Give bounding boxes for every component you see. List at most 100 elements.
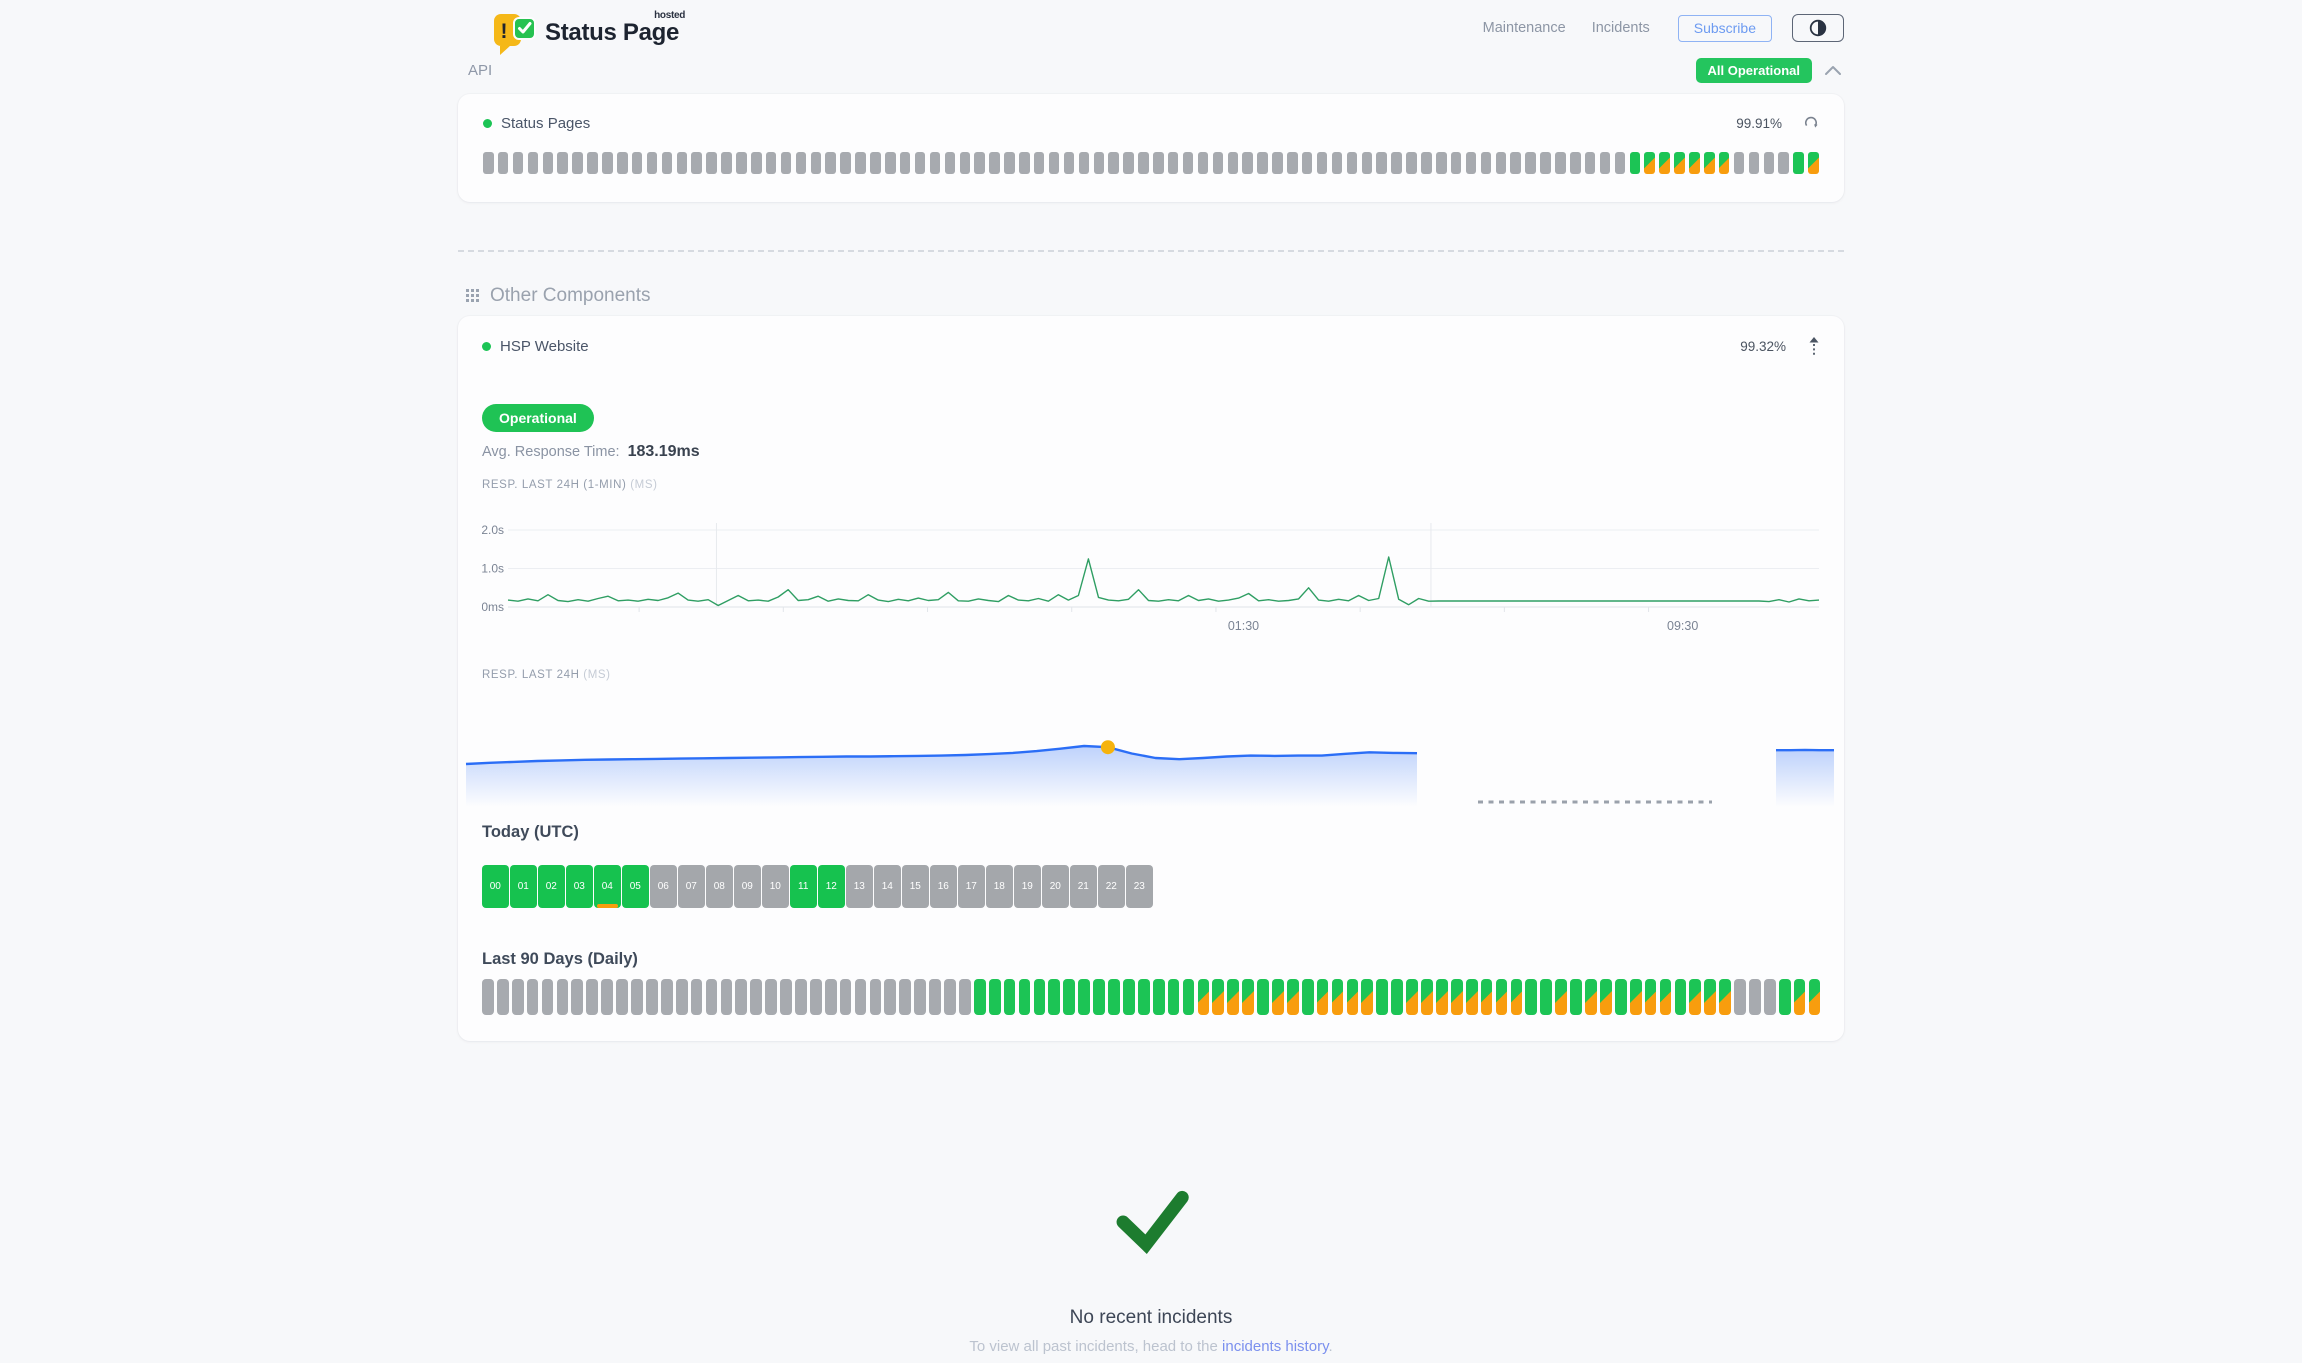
uptime-bar[interactable] xyxy=(1198,979,1210,1015)
uptime-bar[interactable] xyxy=(1272,979,1284,1015)
hour-block-12[interactable]: 12 xyxy=(818,865,845,908)
uptime-bar[interactable] xyxy=(1302,152,1313,174)
uptime-bar[interactable] xyxy=(587,152,598,174)
uptime-bar[interactable] xyxy=(1228,152,1239,174)
uptime-bar[interactable] xyxy=(1555,979,1567,1015)
uptime-bar[interactable] xyxy=(1496,152,1507,174)
uptime-bar[interactable] xyxy=(810,979,822,1015)
uptime-bar[interactable] xyxy=(662,152,673,174)
uptime-bar[interactable] xyxy=(1436,152,1447,174)
uptime-bar[interactable] xyxy=(482,979,494,1015)
uptime-bar[interactable] xyxy=(825,152,836,174)
uptime-bar[interactable] xyxy=(1391,152,1402,174)
uptime-bar[interactable] xyxy=(1615,152,1626,174)
uptime-bar[interactable] xyxy=(1153,152,1164,174)
uptime-bar[interactable] xyxy=(1600,979,1612,1015)
uptime-bar[interactable] xyxy=(1257,152,1268,174)
subscribe-button[interactable]: Subscribe xyxy=(1678,15,1772,42)
uptime-bar[interactable] xyxy=(1093,979,1105,1015)
hour-block-00[interactable]: 00 xyxy=(482,865,509,908)
uptime-bar[interactable] xyxy=(1287,152,1298,174)
uptime-bar[interactable] xyxy=(617,152,628,174)
uptime-bar[interactable] xyxy=(631,979,643,1015)
uptime-bar[interactable] xyxy=(1764,152,1775,174)
uptime-bar[interactable] xyxy=(677,152,688,174)
uptime-bar[interactable] xyxy=(1063,979,1075,1015)
uptime-bar[interactable] xyxy=(1466,152,1477,174)
hour-block-17[interactable]: 17 xyxy=(958,865,985,908)
uptime-bar[interactable] xyxy=(557,152,568,174)
uptime-bar[interactable] xyxy=(750,979,762,1015)
uptime-bar[interactable] xyxy=(1481,979,1493,1015)
uptime-bar[interactable] xyxy=(1749,979,1761,1015)
hour-block-07[interactable]: 07 xyxy=(678,865,705,908)
uptime-bar[interactable] xyxy=(1451,152,1462,174)
uptime-bar[interactable] xyxy=(1421,979,1433,1015)
uptime-bar[interactable] xyxy=(497,979,509,1015)
data-point-marker[interactable] xyxy=(1101,740,1115,754)
uptime-bar[interactable] xyxy=(1510,152,1521,174)
hour-block-11[interactable]: 11 xyxy=(790,865,817,908)
uptime-bar[interactable] xyxy=(557,979,569,1015)
uptime-bar[interactable] xyxy=(1138,979,1150,1015)
hour-block-20[interactable]: 20 xyxy=(1042,865,1069,908)
uptime-bar[interactable] xyxy=(512,979,524,1015)
uptime-bar[interactable] xyxy=(929,979,941,1015)
uptime-bar[interactable] xyxy=(1674,152,1685,174)
uptime-bar[interactable] xyxy=(1108,979,1120,1015)
uptime-bar[interactable] xyxy=(572,152,583,174)
uptime-bar[interactable] xyxy=(498,152,509,174)
uptime-bar[interactable] xyxy=(1153,979,1165,1015)
uptime-bar[interactable] xyxy=(1079,152,1090,174)
uptime-bar[interactable] xyxy=(483,152,494,174)
uptime-bar[interactable] xyxy=(1481,152,1492,174)
uptime-bar[interactable] xyxy=(870,152,881,174)
uptime-bar[interactable] xyxy=(1808,152,1819,174)
uptime-bar[interactable] xyxy=(884,979,896,1015)
uptime-bar[interactable] xyxy=(691,152,702,174)
refresh-icon[interactable] xyxy=(1804,116,1819,131)
uptime-bar[interactable] xyxy=(1302,979,1314,1015)
hour-block-03[interactable]: 03 xyxy=(566,865,593,908)
hour-block-01[interactable]: 01 xyxy=(510,865,537,908)
uptime-bar[interactable] xyxy=(1019,152,1030,174)
uptime-bar[interactable] xyxy=(1778,152,1789,174)
hour-block-16[interactable]: 16 xyxy=(930,865,957,908)
hour-block-05[interactable]: 05 xyxy=(622,865,649,908)
uptime-bar[interactable] xyxy=(1555,152,1566,174)
uptime-bar[interactable] xyxy=(1004,152,1015,174)
uptime-bar[interactable] xyxy=(781,152,792,174)
uptime-bar[interactable] xyxy=(586,979,598,1015)
uptime-bar[interactable] xyxy=(1451,979,1463,1015)
chevron-up-icon[interactable] xyxy=(1824,65,1842,76)
uptime-bar[interactable] xyxy=(632,152,643,174)
uptime-bar[interactable] xyxy=(1168,152,1179,174)
uptime-bar[interactable] xyxy=(1734,152,1745,174)
uptime-bar[interactable] xyxy=(647,152,658,174)
uptime-bar[interactable] xyxy=(840,979,852,1015)
uptime-bar[interactable] xyxy=(989,979,1001,1015)
uptime-bar[interactable] xyxy=(1809,979,1821,1015)
uptime-bar[interactable] xyxy=(915,152,926,174)
uptime-bar[interactable] xyxy=(811,152,822,174)
uptime-bar[interactable] xyxy=(1391,979,1403,1015)
uptime-bar[interactable] xyxy=(766,152,777,174)
uptime-bar[interactable] xyxy=(676,979,688,1015)
nav-maintenance[interactable]: Maintenance xyxy=(1483,20,1566,36)
hour-block-14[interactable]: 14 xyxy=(874,865,901,908)
uptime-bar[interactable] xyxy=(1764,979,1776,1015)
uptime-bar[interactable] xyxy=(870,979,882,1015)
uptime-bar[interactable] xyxy=(706,979,718,1015)
uptime-bar[interactable] xyxy=(542,979,554,1015)
uptime-bar[interactable] xyxy=(885,152,896,174)
uptime-bar[interactable] xyxy=(944,979,956,1015)
uptime-bar[interactable] xyxy=(974,979,986,1015)
uptime-bar[interactable] xyxy=(1361,979,1373,1015)
uptime-bar[interactable] xyxy=(1019,979,1031,1015)
incidents-history-link[interactable]: incidents history xyxy=(1222,1338,1328,1355)
uptime-bar[interactable] xyxy=(1525,979,1537,1015)
uptime-bar[interactable] xyxy=(960,152,971,174)
uptime-bar[interactable] xyxy=(706,152,717,174)
uptime-bar[interactable] xyxy=(1317,152,1328,174)
uptime-bar[interactable] xyxy=(736,152,747,174)
